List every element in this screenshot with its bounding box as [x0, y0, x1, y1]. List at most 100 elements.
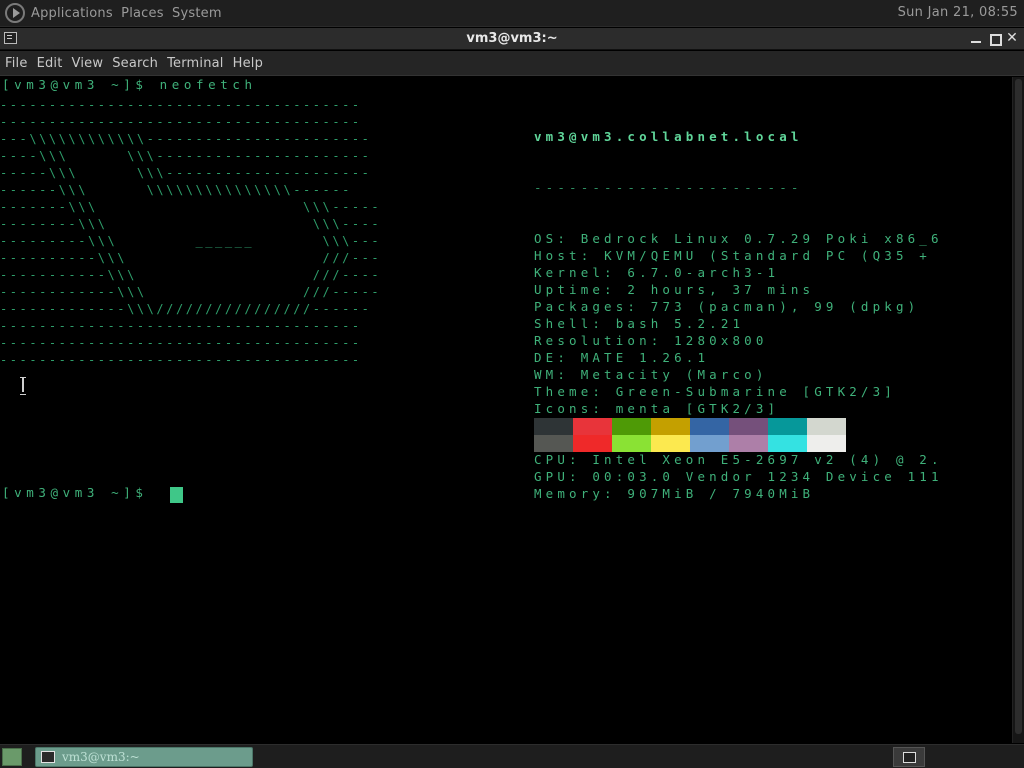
- info-value: menta [GTK2/3]: [604, 401, 780, 416]
- info-value: 1280x800: [662, 333, 768, 348]
- palette-swatch: [768, 435, 807, 452]
- ascii-line: ---\\\\\\\\\\\\-----------------------: [0, 132, 372, 146]
- clock[interactable]: Sun Jan 21, 08:55: [898, 5, 1018, 20]
- task-label: vm3@vm3:~: [62, 750, 140, 764]
- palette-normal-row: [534, 418, 846, 435]
- workspace-switcher[interactable]: [893, 747, 925, 767]
- terminal-menubar: File Edit View Search Terminal Help: [0, 51, 1024, 76]
- workspace-icon: [903, 752, 916, 763]
- ascii-line: -----\\\ \\\---------------------: [0, 166, 372, 180]
- info-key: Kernel:: [534, 265, 616, 280]
- menu-view[interactable]: View: [68, 56, 108, 71]
- system-info: vm3@vm3.collabnet.local ----------------…: [534, 94, 943, 536]
- mate-logo-icon[interactable]: [5, 3, 25, 23]
- info-line: Kernel: 6.7.0-arch3-1: [534, 264, 943, 281]
- info-line: CPU: Intel Xeon E5-2697 v2 (4) @ 2.: [534, 451, 943, 468]
- info-line: Resolution: 1280x800: [534, 332, 943, 349]
- info-key: Icons:: [534, 401, 605, 416]
- palette-swatch: [729, 435, 768, 452]
- info-key: Resolution:: [534, 333, 663, 348]
- window-title: vm3@vm3:~: [466, 31, 558, 46]
- palette-swatch: [651, 435, 690, 452]
- info-line: DE: MATE 1.26.1: [534, 349, 943, 366]
- places-menu[interactable]: Places: [121, 6, 164, 21]
- ascii-line: -----------\\\ ///----: [0, 268, 382, 282]
- scrollbar-thumb[interactable]: [1015, 79, 1022, 734]
- ascii-line: ------\\\ \\\\\\\\\\\\\\\------: [0, 183, 352, 197]
- info-key: DE:: [534, 350, 570, 365]
- info-value: Green-Submarine [GTK2/3]: [604, 384, 896, 399]
- ascii-line: --------\\\ \\\----: [0, 217, 382, 231]
- palette-swatch: [768, 418, 807, 435]
- palette-swatch: [612, 435, 651, 452]
- info-line: Uptime: 2 hours, 37 mins: [534, 281, 943, 298]
- palette-swatch: [573, 435, 612, 452]
- menu-terminal[interactable]: Terminal: [163, 56, 228, 71]
- menu-file[interactable]: File: [1, 56, 32, 71]
- info-line: Icons: menta [GTK2/3]: [534, 400, 943, 417]
- info-line: Theme: Green-Submarine [GTK2/3]: [534, 383, 943, 400]
- info-value: 6.7.0-arch3-1: [615, 265, 780, 280]
- palette-swatch: [690, 418, 729, 435]
- info-line: Host: KVM/QEMU (Standard PC (Q35 +: [534, 247, 943, 264]
- palette-swatch: [612, 418, 651, 435]
- info-line: Packages: 773 (pacman), 99 (dpkg): [534, 298, 943, 315]
- applications-menu[interactable]: Applications: [31, 6, 113, 21]
- info-value: Bedrock Linux 0.7.29 Poki x86_6: [569, 231, 943, 246]
- ascii-line: -------------\\\////////////////------: [0, 302, 372, 316]
- menu-help[interactable]: Help: [229, 56, 267, 71]
- system-menu[interactable]: System: [172, 6, 222, 21]
- terminal-output[interactable]: [vm3@vm3 ~]$ neofetch ------------------…: [0, 77, 1012, 743]
- ascii-line: ---------\\\ ______ \\\---: [0, 234, 382, 248]
- info-value: 773 (pacman), 99 (dpkg): [639, 299, 920, 314]
- info-value: Metacity (Marco): [569, 367, 768, 382]
- ibeam-mouse-pointer-icon: [20, 377, 26, 395]
- info-value: KVM/QEMU (Standard PC (Q35 +: [592, 248, 931, 263]
- info-value: Intel Xeon E5-2697 v2 (4) @ 2.: [580, 452, 943, 467]
- ascii-line: -------------------------------------: [0, 319, 362, 333]
- palette-swatch: [690, 435, 729, 452]
- info-key: WM:: [534, 367, 570, 382]
- palette-swatch: [534, 435, 573, 452]
- maximize-button[interactable]: [986, 30, 1002, 46]
- info-line: Shell: bash 5.2.21: [534, 315, 943, 332]
- terminal-scrollbar[interactable]: [1012, 77, 1024, 743]
- show-desktop-icon[interactable]: [2, 748, 22, 766]
- window-titlebar[interactable]: vm3@vm3:~ ✕: [0, 28, 1024, 50]
- distro-ascii-logo: ------------------------------------- ---…: [0, 97, 381, 369]
- info-separator: -----------------------: [534, 180, 803, 195]
- info-value: 00:03.0 Vendor 1234 Device 111: [580, 469, 943, 484]
- palette-bright-row: [534, 435, 846, 452]
- color-palette: [534, 418, 846, 453]
- info-key: GPU:: [534, 469, 581, 484]
- ascii-line: -------------------------------------: [0, 115, 362, 129]
- info-line: OS: Bedrock Linux 0.7.29 Poki x86_6: [534, 230, 943, 247]
- palette-swatch: [807, 418, 846, 435]
- top-panel: Applications Places System Sun Jan 21, 0…: [0, 0, 1024, 27]
- palette-swatch: [729, 418, 768, 435]
- text-cursor: [170, 487, 183, 503]
- ascii-line: ----------\\\ ///---: [0, 251, 382, 265]
- ascii-line: -------------------------------------: [0, 353, 362, 367]
- palette-swatch: [534, 418, 573, 435]
- ascii-line: -------------------------------------: [0, 98, 362, 112]
- ascii-line: ----\\\ \\\----------------------: [0, 149, 372, 163]
- menu-edit[interactable]: Edit: [33, 56, 67, 71]
- info-lines: OS: Bedrock Linux 0.7.29 Poki x86_6 Host:…: [534, 230, 943, 502]
- ascii-line: -------\\\ \\\-----: [0, 200, 382, 214]
- palette-swatch: [807, 435, 846, 452]
- taskbar-window-button[interactable]: vm3@vm3:~: [35, 747, 253, 767]
- close-button[interactable]: ✕: [1004, 30, 1020, 46]
- info-key: Packages:: [534, 299, 640, 314]
- menu-search[interactable]: Search: [108, 56, 162, 71]
- terminal-task-icon: [41, 751, 55, 763]
- info-key: CPU:: [534, 452, 581, 467]
- info-line: GPU: 00:03.0 Vendor 1234 Device 111: [534, 468, 943, 485]
- command-prompt-line: [vm3@vm3 ~]$ neofetch: [2, 77, 257, 92]
- bottom-panel: vm3@vm3:~: [0, 744, 1024, 768]
- palette-swatch: [573, 418, 612, 435]
- active-prompt: [vm3@vm3 ~]$: [2, 485, 160, 500]
- info-key: Host:: [534, 248, 593, 263]
- info-key: Shell:: [534, 316, 605, 331]
- minimize-button[interactable]: [968, 30, 984, 46]
